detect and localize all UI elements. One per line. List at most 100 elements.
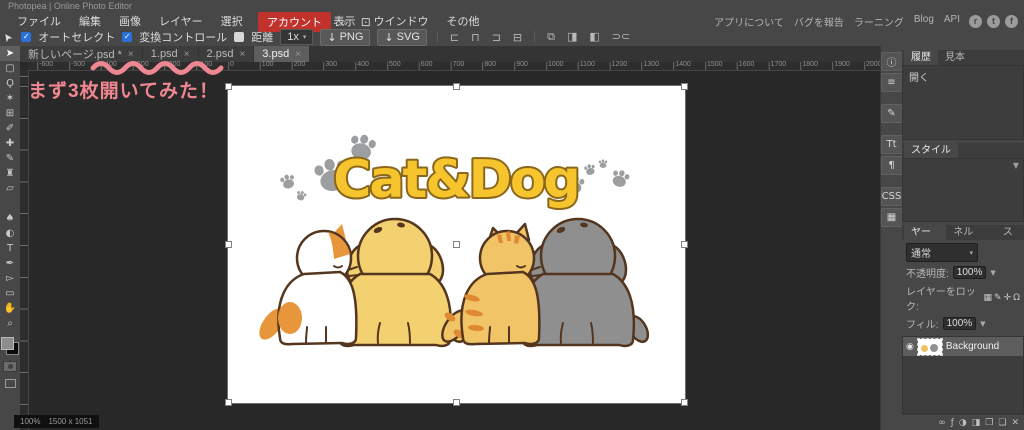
facebook-icon[interactable]: f <box>1005 14 1018 28</box>
close-tab-icon[interactable]: × <box>295 49 301 60</box>
transform-handle[interactable] <box>453 399 460 406</box>
gradient-tool[interactable] <box>0 196 20 211</box>
brush-tool[interactable]: ✎ <box>0 151 20 166</box>
fill-dropdown-icon[interactable]: ▼ <box>980 320 985 328</box>
lock-transparency-icon[interactable]: ▦ <box>984 293 993 303</box>
header-link[interactable]: アプリについて <box>714 14 784 29</box>
ruler-number: 400 <box>357 61 369 68</box>
align-right-icon[interactable]: ⊐ <box>490 31 503 44</box>
transform-controls-checkbox[interactable]: ✓ <box>122 32 133 42</box>
export-png-button[interactable]: ↓ PNG <box>320 28 371 46</box>
brush-settings-icon[interactable]: ✎ <box>880 104 903 123</box>
transform-handle[interactable] <box>225 241 232 248</box>
screen-mode-button[interactable] <box>4 379 16 388</box>
foreground-color-swatch[interactable] <box>1 337 14 350</box>
new-layer-icon[interactable]: ❑ <box>998 418 1006 428</box>
transform-handle[interactable] <box>681 241 688 248</box>
tab-styles[interactable]: スタイル <box>904 140 958 158</box>
opacity-value[interactable]: 100% <box>952 266 987 279</box>
transform-handle[interactable] <box>681 399 688 406</box>
header-link[interactable]: バグを報告 <box>794 14 844 29</box>
path-select-tool[interactable]: ▻ <box>0 271 20 286</box>
styles-dropdown-icon[interactable]: ▼ <box>1013 161 1019 170</box>
reddit-icon[interactable]: r <box>969 14 982 28</box>
layer-row[interactable]: ◉ Background <box>903 337 1023 356</box>
eyedropper-tool[interactable]: ✐ <box>0 121 20 136</box>
layer-visibility-icon[interactable]: ◉ <box>906 342 914 352</box>
blur-tool[interactable]: ♠ <box>0 211 20 226</box>
document-tab[interactable]: 3.psd × <box>254 46 310 62</box>
magic-wand-tool[interactable]: ✶ <box>0 91 20 106</box>
transform-handle[interactable] <box>225 83 232 90</box>
header-link[interactable]: ラーニング <box>854 14 904 29</box>
clone-stamp-tool[interactable]: ♜ <box>0 166 20 181</box>
twitter-icon[interactable]: t <box>987 14 1000 28</box>
lock-move-icon[interactable]: ✛ <box>1004 293 1012 303</box>
fill-value[interactable]: 100% <box>942 317 977 330</box>
export-svg-button[interactable]: ↓ SVG <box>377 28 427 46</box>
lock-label: レイヤーをロック: <box>906 287 976 313</box>
hand-tool[interactable]: ✋ <box>0 301 20 316</box>
document-size: 1500 x 1051 <box>48 417 93 426</box>
shape-tool[interactable]: ▭ <box>0 286 20 301</box>
align-left-icon[interactable]: ⊏ <box>448 31 461 44</box>
lasso-tool[interactable]: Ϙ <box>0 76 20 91</box>
type-tool[interactable]: T <box>0 241 20 256</box>
info-icon[interactable]: ⓘ <box>880 52 903 71</box>
blend-mode-select[interactable]: 通常 ▾ <box>906 243 978 262</box>
select-tool[interactable]: ▢ <box>0 61 20 76</box>
layers-panel-tabs: レイヤー チャンネル パス <box>902 207 1024 240</box>
eraser-tool[interactable]: ▱ <box>0 181 20 196</box>
layer-thumbnail[interactable] <box>916 337 943 356</box>
layer-effects-icon[interactable]: ƒ <box>951 418 954 428</box>
link-layers-icon[interactable]: ∞ <box>938 418 946 428</box>
properties-icon[interactable]: ≡ <box>880 73 903 92</box>
mask-option-icon[interactable]: ◨ <box>565 30 579 44</box>
opacity-dropdown-icon[interactable]: ▼ <box>990 269 995 277</box>
align-center-icon[interactable]: ⊓ <box>469 31 482 44</box>
tool-options-bar: ➤ ✓ オートセレクト ✓ 変換コントロール 距離 1x ▾ ↓ PNG ↓ SV… <box>0 28 1024 46</box>
canvas[interactable]: Cat&Dog <box>225 83 688 406</box>
delete-layer-icon[interactable]: ✕ <box>1011 418 1019 428</box>
distribute-icon[interactable]: ⊟ <box>511 31 524 44</box>
close-tab-icon[interactable]: × <box>239 49 245 60</box>
color-swatches[interactable] <box>1 337 19 355</box>
layers-list: ◉ Background <box>902 336 1024 414</box>
lock-paint-icon[interactable]: ✎ <box>994 293 1002 303</box>
transform-handle[interactable] <box>453 83 460 90</box>
crop-tool[interactable]: ⊞ <box>0 106 20 121</box>
new-group-icon[interactable]: ❒ <box>985 418 993 428</box>
transform-handle[interactable] <box>225 399 232 406</box>
header-link[interactable]: Blog <box>914 14 934 29</box>
transform-handle[interactable] <box>681 83 688 90</box>
quick-mask-button[interactable] <box>3 361 17 372</box>
auto-select-checkbox[interactable]: ✓ <box>21 32 32 42</box>
transform-handle[interactable] <box>453 241 460 248</box>
rasterize-icon[interactable]: ⧉ <box>545 30 557 44</box>
adjustment-icon[interactable]: ◑ <box>959 418 967 428</box>
layer-mask-icon[interactable]: ◨ <box>972 418 981 428</box>
clip-option-icon[interactable]: ◧ <box>587 30 601 44</box>
history-entry[interactable]: 開く <box>903 66 1023 87</box>
zoom-preset-select[interactable]: 1x ▾ <box>280 29 314 45</box>
transform-controls-label: 変換コントロール <box>139 32 228 44</box>
dodge-tool[interactable]: ◐ <box>0 226 20 241</box>
header-link[interactable]: API <box>944 14 960 29</box>
distance-checkbox[interactable] <box>234 32 245 42</box>
healing-tool[interactable]: ✚ <box>0 136 20 151</box>
annotation-squiggle <box>90 61 224 75</box>
css-icon[interactable]: CSS <box>880 187 903 206</box>
lock-all-icon[interactable]: Ω <box>1013 293 1020 303</box>
image-panel-icon[interactable]: ▦ <box>880 208 903 227</box>
move-tool[interactable]: ➤ <box>0 46 20 61</box>
pen-tool[interactable]: ✒ <box>0 256 20 271</box>
tab-swatches[interactable]: 見本 <box>938 47 972 65</box>
zoom-tool[interactable]: ⌕ <box>0 316 20 331</box>
ruler-number: 1000 <box>548 61 564 68</box>
paragraph-icon[interactable]: ¶ <box>880 156 903 175</box>
fullscreen-icon[interactable]: ⊡ <box>356 15 376 29</box>
constrain-icon[interactable]: ⊃⊂ <box>610 30 632 44</box>
vertical-ruler[interactable] <box>20 70 29 430</box>
character-icon[interactable]: Tt <box>880 135 903 154</box>
tab-history[interactable]: 履歴 <box>904 47 938 65</box>
